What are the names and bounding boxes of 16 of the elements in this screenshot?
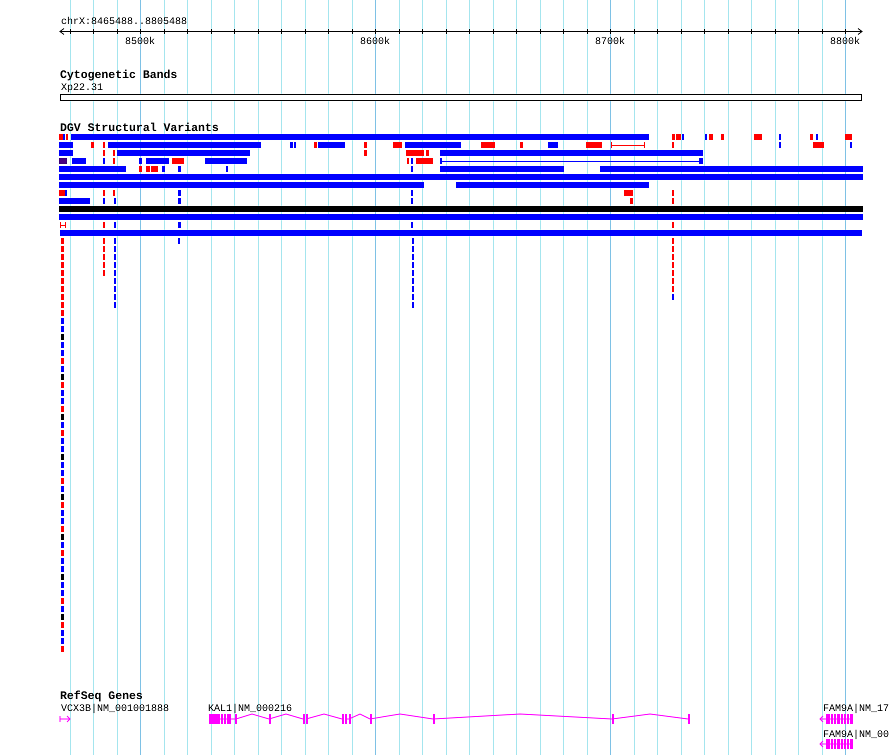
tick-label: 8600k bbox=[360, 37, 390, 48]
gene-drawing bbox=[819, 739, 853, 749]
tick-label: 8800k bbox=[830, 37, 860, 48]
tick-label: 8700k bbox=[595, 37, 625, 48]
gene-label: KAL1|NM_000216 bbox=[208, 704, 292, 715]
band-label: Xp22.31 bbox=[61, 83, 104, 94]
track-title: DGV Structural Variants bbox=[60, 122, 219, 135]
range-label: chrX:8465488..8805488 bbox=[61, 17, 188, 28]
gene-label: VCX3B|NM_001001888 bbox=[61, 704, 170, 715]
gene-drawing bbox=[819, 714, 853, 724]
gene-label: FAM9A|NM_00 bbox=[823, 730, 890, 741]
track-title: Cytogenetic Bands bbox=[60, 69, 178, 82]
track-title: RefSeq Genes bbox=[60, 690, 143, 703]
tick-label: 8500k bbox=[125, 37, 155, 48]
gene-label: FAM9A|NM_17 bbox=[823, 704, 890, 715]
gene-drawing bbox=[60, 716, 71, 722]
